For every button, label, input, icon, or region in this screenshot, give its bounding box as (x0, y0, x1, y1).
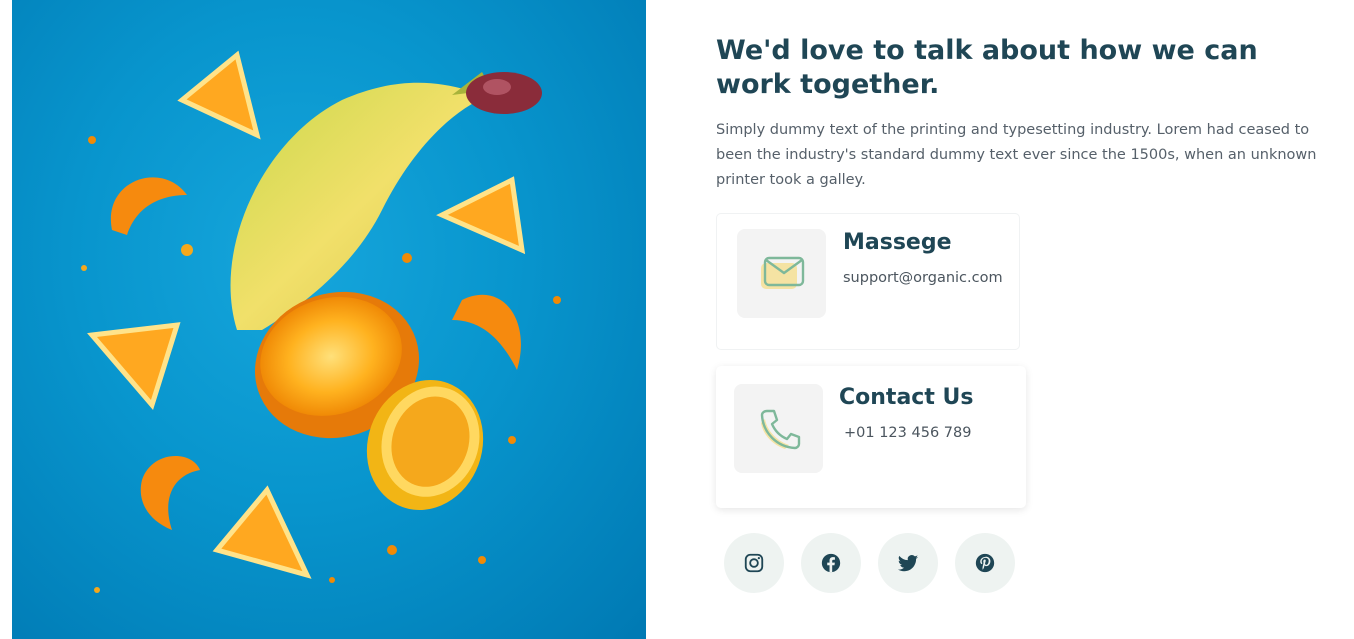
hero-image (12, 0, 646, 639)
twitter-icon (897, 555, 919, 572)
mail-icon-box (737, 229, 826, 318)
pinterest-icon (975, 553, 995, 573)
twitter-button[interactable] (878, 533, 938, 593)
social-links (724, 533, 1015, 593)
instagram-icon (744, 553, 764, 573)
message-card-title: Massege (843, 230, 952, 255)
contact-card-title: Contact Us (839, 385, 974, 410)
section-intro: Simply dummy text of the printing and ty… (716, 122, 1317, 188)
pinterest-button[interactable] (955, 533, 1015, 593)
contact-section: We'd love to talk about how we can work … (716, 34, 1336, 193)
fruit-illustration (81, 50, 561, 593)
support-email[interactable]: support@organic.com (843, 270, 1003, 286)
phone-icon-box (734, 384, 823, 473)
contact-card: Contact Us +01 123 456 789 (716, 366, 1026, 508)
contact-phone[interactable]: +01 123 456 789 (844, 425, 971, 441)
section-heading: We'd love to talk about how we can work … (716, 35, 1258, 100)
message-card: Massege support@organic.com (716, 213, 1020, 350)
phone-icon (760, 409, 800, 449)
mail-icon (760, 256, 804, 289)
facebook-button[interactable] (801, 533, 861, 593)
instagram-button[interactable] (724, 533, 784, 593)
facebook-icon (821, 553, 841, 573)
